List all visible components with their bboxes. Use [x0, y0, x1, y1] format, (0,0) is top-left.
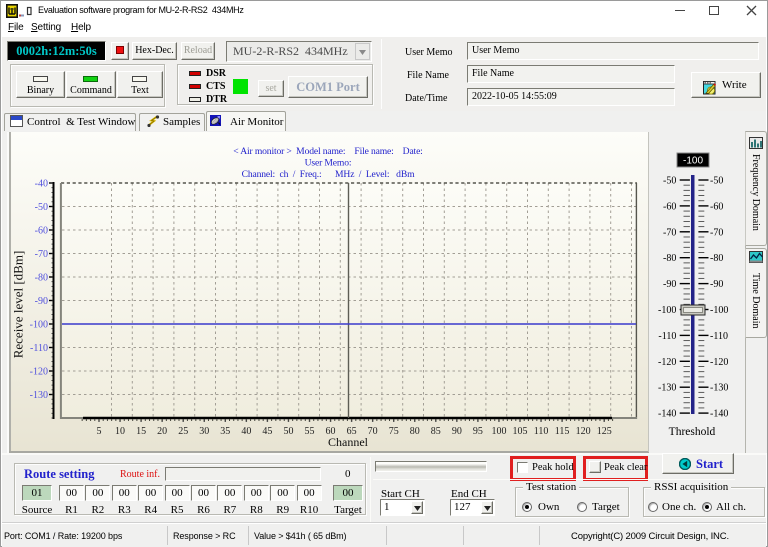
svg-text:-70: -70: [663, 227, 676, 238]
svg-text:95: 95: [473, 426, 483, 437]
svg-text:-110: -110: [710, 331, 728, 342]
svg-text:-140: -140: [710, 409, 728, 420]
svg-text:45: 45: [262, 426, 272, 437]
svg-text:User Memo:: User Memo:: [305, 158, 352, 169]
svg-text:35: 35: [220, 426, 230, 437]
svg-text:-120: -120: [658, 357, 676, 368]
svg-text:Channel: ch / Freq.: M: Channel: ch / Freq.: MHz / Level: dBm: [242, 169, 415, 180]
svg-text:-80: -80: [663, 253, 676, 264]
svg-text:-130: -130: [30, 390, 48, 401]
svg-text:-70: -70: [710, 227, 723, 238]
svg-text:30: 30: [199, 426, 209, 437]
svg-text:-130: -130: [658, 383, 676, 394]
svg-text:55: 55: [305, 426, 315, 437]
svg-text:-80: -80: [35, 273, 48, 284]
svg-text:25: 25: [178, 426, 188, 437]
svg-text:-130: -130: [710, 383, 728, 394]
svg-text:80: 80: [410, 426, 420, 437]
svg-text:-60: -60: [710, 201, 723, 212]
svg-text:-110: -110: [658, 331, 676, 342]
svg-text:115: 115: [555, 426, 570, 437]
svg-text:-100: -100: [30, 320, 48, 331]
svg-text:-50: -50: [35, 202, 48, 213]
svg-text:-90: -90: [35, 296, 48, 307]
svg-text:-40: -40: [35, 179, 48, 190]
svg-text:90: 90: [452, 426, 462, 437]
svg-text:110: 110: [534, 426, 549, 437]
svg-text:-140: -140: [658, 409, 676, 420]
svg-text:Threshold: Threshold: [669, 426, 716, 438]
svg-text:-50: -50: [710, 176, 723, 187]
svg-text:5: 5: [97, 426, 102, 437]
svg-text:20: 20: [157, 426, 167, 437]
svg-text:< Air monitor > Model name:: < Air monitor > Model name: File name: D…: [233, 146, 422, 157]
svg-text:-70: -70: [35, 249, 48, 260]
svg-text:-80: -80: [710, 253, 723, 264]
svg-text:-90: -90: [710, 279, 723, 290]
svg-text:-100: -100: [658, 305, 676, 316]
svg-text:-120: -120: [30, 367, 48, 378]
svg-text:100: 100: [491, 426, 506, 437]
svg-text:-100: -100: [710, 305, 728, 316]
svg-text:15: 15: [136, 426, 146, 437]
svg-text:Channel: Channel: [328, 435, 369, 449]
svg-text:-50: -50: [663, 176, 676, 187]
svg-text:40: 40: [241, 426, 251, 437]
svg-text:70: 70: [368, 426, 378, 437]
svg-text:-90: -90: [663, 279, 676, 290]
svg-text:105: 105: [513, 426, 528, 437]
svg-text:Receive level [dBm]: Receive level [dBm]: [11, 251, 26, 359]
svg-text:10: 10: [115, 426, 125, 437]
svg-text:50: 50: [283, 426, 293, 437]
svg-text:120: 120: [576, 426, 591, 437]
svg-text:-100: -100: [683, 156, 703, 167]
svg-text:75: 75: [389, 426, 399, 437]
svg-text:125: 125: [597, 426, 612, 437]
svg-text:-60: -60: [663, 201, 676, 212]
svg-text:-60: -60: [35, 226, 48, 237]
svg-text:85: 85: [431, 426, 441, 437]
svg-text:-110: -110: [30, 343, 48, 354]
svg-text:-120: -120: [710, 357, 728, 368]
